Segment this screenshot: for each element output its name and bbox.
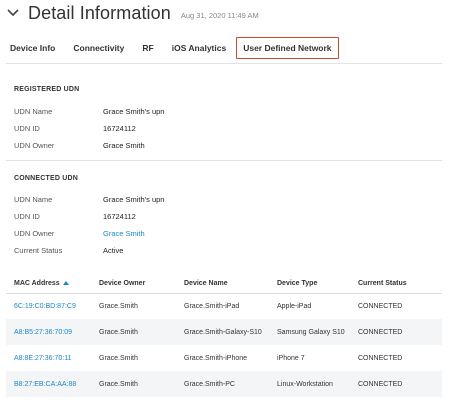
tab-connectivity[interactable]: Connectivity	[73, 43, 124, 53]
current-status-cell: CONNECTED	[358, 328, 403, 336]
device-type-cell: Samsung Galaxy S10	[277, 328, 345, 336]
field-value: Grace Smith's upn	[103, 195, 165, 204]
mac-address-link[interactable]: B8:27:EB:CA:AA:88	[14, 381, 76, 388]
udn-owner-link[interactable]: Grace Smith	[103, 229, 145, 238]
registered-udn-title: REGISTERED UDN	[14, 86, 80, 93]
table-header: MAC Address Device Owner Device Name Dev…	[14, 277, 442, 289]
column-header-device-owner[interactable]: Device Owner	[99, 280, 145, 287]
field-label: UDN Name	[14, 107, 53, 116]
table-row: A8:8E:27:36:70:11 Grace.Smith Grace.Smit…	[6, 345, 442, 371]
page-title: Detail Information	[28, 2, 171, 23]
timestamp: Aug 31, 2020 11:49 AM	[180, 10, 259, 20]
field-label: UDN ID	[14, 212, 40, 221]
tab-user-defined-network[interactable]: User Defined Network	[236, 37, 339, 59]
chevron-down-icon[interactable]	[6, 6, 20, 20]
tab-rf[interactable]: RF	[142, 43, 153, 53]
status-value: Active	[103, 246, 124, 255]
sort-ascending-icon	[62, 280, 69, 285]
table-row: B8:27:EB:CA:AA:88 Grace.Smith Grace.Smit…	[6, 371, 442, 397]
device-type-cell: Apple-iPad	[277, 302, 312, 310]
field-label: UDN Name	[14, 195, 53, 204]
device-owner-cell: Grace.Smith	[99, 302, 138, 310]
registered-udn-owner-row: UDN Owner Grace Smith	[14, 140, 145, 151]
field-label: UDN ID	[14, 124, 40, 133]
column-header-device-type[interactable]: Device Type	[277, 280, 317, 287]
column-header-current-status[interactable]: Current Status	[358, 280, 407, 287]
current-status-cell: CONNECTED	[358, 380, 403, 388]
tab-device-info[interactable]: Device Info	[10, 43, 55, 53]
device-name-cell: Grace.Smith-Galaxy-S10	[184, 328, 262, 336]
tabs-divider	[6, 63, 442, 64]
column-header-device-name[interactable]: Device Name	[184, 280, 228, 287]
field-value: 16724112	[103, 212, 136, 221]
connected-udn-id-row: UDN ID 16724112	[14, 211, 136, 222]
mac-address-link[interactable]: A8:8E:27:36:70:11	[14, 355, 71, 362]
connected-udn-title: CONNECTED UDN	[14, 175, 79, 182]
connected-udn-owner-row: UDN Owner Grace Smith	[14, 228, 145, 239]
field-value: Grace Smith's upn	[103, 107, 165, 116]
device-name-cell: Grace.Smith-PC	[184, 380, 235, 388]
tab-bar: Device Info Connectivity RF iOS Analytic…	[10, 36, 339, 60]
device-owner-cell: Grace.Smith	[99, 328, 138, 336]
mac-address-link[interactable]: A8:B5:27:36:70:09	[14, 329, 72, 336]
device-owner-cell: Grace.Smith	[99, 354, 138, 362]
device-name-cell: Grace.Smith-iPhone	[184, 354, 248, 362]
connected-udn-name-row: UDN Name Grace Smith's upn	[14, 194, 164, 205]
field-value: Grace Smith	[103, 141, 145, 150]
mac-address-link[interactable]: 6C:19:C0:BD:87:C9	[14, 303, 76, 310]
tab-ios-analytics[interactable]: iOS Analytics	[172, 43, 226, 53]
current-status-cell: CONNECTED	[358, 354, 403, 362]
table-row: 6C:19:C0:BD:87:C9 Grace.Smith Grace.Smit…	[6, 293, 442, 319]
device-type-cell: iPhone 7	[277, 354, 305, 362]
column-header-label: MAC Address	[14, 279, 60, 287]
registered-udn-name-row: UDN Name Grace Smith's upn	[14, 106, 164, 117]
device-owner-cell: Grace.Smith	[99, 380, 138, 388]
field-value: 16724112	[103, 124, 136, 133]
section-divider	[6, 160, 442, 161]
field-label: UDN Owner	[14, 141, 55, 150]
connected-status-row: Current Status Active	[14, 245, 123, 256]
registered-udn-id-row: UDN ID 16724112	[14, 123, 136, 134]
device-type-cell: Linux-Workstation	[277, 380, 333, 388]
column-header-mac-address[interactable]: MAC Address	[14, 280, 69, 287]
detail-header: Detail Information Aug 31, 2020 11:49 AM	[6, 2, 259, 24]
table-row: A8:B5:27:36:70:09 Grace.Smith Grace.Smit…	[6, 319, 442, 345]
current-status-cell: CONNECTED	[358, 302, 403, 310]
field-label: UDN Owner	[14, 229, 55, 238]
device-name-cell: Grace.Smith-iPad	[184, 302, 240, 310]
field-label: Current Status	[14, 246, 63, 255]
